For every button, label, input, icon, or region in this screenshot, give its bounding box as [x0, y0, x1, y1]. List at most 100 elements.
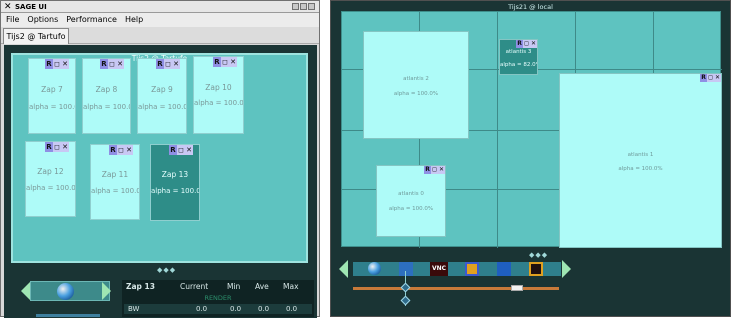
close-button[interactable] [308, 3, 315, 10]
globe-icon[interactable] [57, 283, 74, 300]
col-min: Min [227, 282, 241, 291]
tab-bar: Tijs2 @ Tartufo [1, 27, 319, 44]
remote-button[interactable]: R [516, 40, 523, 48]
remote-button[interactable]: R [424, 166, 431, 174]
app-window-atlantis-3[interactable]: R ◻ ✕ atlantis 3 alpha = 82.0% [499, 39, 538, 75]
app-name: Zap 12 [37, 167, 64, 176]
arrow-left-icon[interactable] [339, 260, 348, 278]
col-current: Current [180, 282, 209, 291]
menu-file[interactable]: File [6, 15, 19, 24]
maximize-icon[interactable]: ◻ [177, 145, 185, 155]
maximize-icon[interactable]: ◻ [164, 59, 172, 69]
app-name: Zap 7 [41, 85, 63, 94]
vnc-label: VNC [431, 265, 447, 272]
app-window-zap-8[interactable]: R◻✕ Zap 8 alpha = 100.0% [82, 58, 131, 134]
maximize-icon[interactable]: ◻ [431, 166, 438, 174]
app-alpha: alpha = 100.0% [618, 166, 663, 172]
title-bar[interactable]: ✕ SAGE UI [1, 1, 319, 13]
menu-bar: File Options Performance Help [1, 13, 319, 27]
time-slider-knob[interactable] [511, 285, 523, 291]
menu-performance[interactable]: Performance [66, 15, 117, 24]
remote-button[interactable]: R [100, 59, 108, 69]
close-icon[interactable]: ✕ [125, 145, 133, 155]
maximize-icon[interactable]: ◻ [523, 40, 530, 48]
app-alpha: alpha = 100.0% [29, 103, 75, 111]
maximize-icon[interactable]: ◻ [53, 142, 61, 152]
panel-grip[interactable]: ◆◆◆ [529, 251, 548, 259]
remote-button[interactable]: R [109, 145, 117, 155]
app-window-atlantis-1[interactable]: R ◻ ✕ atlantis 1 alpha = 100.0% [559, 73, 722, 248]
arrow-right-icon[interactable] [102, 282, 111, 300]
app-name: atlantis 1 [627, 152, 654, 158]
x-logo-icon: ✕ [4, 2, 12, 12]
app-window-zap-13[interactable]: R◻✕ Zap 13 alpha = 100.0% [150, 144, 200, 221]
remote-button[interactable]: R [45, 59, 53, 69]
app-window-atlantis-2[interactable]: atlantis 2 alpha = 100.0% [363, 31, 469, 139]
menu-options[interactable]: Options [27, 15, 58, 24]
performance-panel: Zap 13 Current Min Ave Max RENDER BW 0.0… [122, 280, 314, 317]
arrow-right-icon[interactable] [562, 260, 571, 278]
render-section-label: RENDER [204, 294, 232, 302]
app-name: Zap 8 [95, 85, 118, 94]
minimize-button[interactable] [292, 3, 299, 10]
app-name: Zap 9 [151, 85, 173, 94]
app-window-zap-7[interactable]: R◻✕ Zap 7 alpha = 100.0% [28, 58, 76, 134]
display-wall[interactable]: atlantis 2 alpha = 100.0% R ◻ ✕ atlantis 3… [341, 11, 722, 248]
app-alpha: alpha = 100.0% [388, 206, 434, 212]
close-icon[interactable]: ✕ [185, 145, 193, 155]
maximize-icon[interactable]: ◻ [707, 74, 714, 82]
vnc-button[interactable]: VNC [430, 262, 448, 276]
atlantis-app-button[interactable] [399, 262, 413, 276]
close-icon[interactable]: ✕ [229, 57, 237, 67]
close-icon[interactable]: ✕ [530, 40, 537, 48]
app-window-zap-12[interactable]: R◻✕ Zap 12 alpha = 100.0% [25, 141, 76, 217]
movie-player-button[interactable] [529, 262, 543, 276]
remote-button[interactable]: R [156, 59, 164, 69]
tab-tijs2[interactable]: Tijs2 @ Tartufo [3, 28, 69, 44]
app-alpha: alpha = 100.0% [91, 187, 139, 195]
maximize-icon[interactable]: ◻ [53, 59, 61, 69]
image-viewer-button[interactable] [465, 262, 479, 276]
app-name: atlantis 0 [398, 191, 424, 197]
app-navigator [21, 281, 111, 301]
remote-button[interactable]: R [213, 57, 221, 67]
window-title: SAGE UI [15, 3, 47, 11]
maximize-icon[interactable]: ◻ [221, 57, 229, 67]
close-icon[interactable]: ✕ [61, 59, 69, 69]
display-wall[interactable]: Tijs2 @ Tartufo R◻✕ Zap 7 alpha = 100.0%… [11, 53, 308, 263]
app-alpha: alpha = 100.0% [194, 99, 243, 107]
remote-button[interactable]: R [45, 142, 53, 152]
maximize-icon[interactable]: ◻ [117, 145, 125, 155]
maximize-button[interactable] [300, 3, 307, 10]
remote-button[interactable]: R [169, 145, 177, 155]
media-app-button[interactable] [497, 262, 511, 276]
app-name: Zap 13 [161, 170, 189, 179]
app-alpha: alpha = 100.0% [138, 103, 186, 111]
arrow-left-icon[interactable] [21, 282, 30, 300]
app-alpha: alpha = 100.0% [26, 184, 75, 192]
app-window-atlantis-0[interactable]: R ◻ ✕ atlantis 0 alpha = 100.0% [376, 165, 446, 237]
panel-grip[interactable]: ◆◆◆ [157, 266, 176, 274]
close-icon[interactable]: ✕ [116, 59, 124, 69]
app-window-zap-10[interactable]: R◻✕ Zap 10 alpha = 100.0% [193, 56, 244, 134]
close-icon[interactable]: ✕ [438, 166, 445, 174]
marker-diamond-icon[interactable] [400, 282, 411, 293]
col-ave: Ave [255, 282, 269, 291]
close-icon[interactable]: ✕ [172, 59, 180, 69]
maximize-icon[interactable]: ◻ [108, 59, 116, 69]
menu-help[interactable]: Help [125, 15, 143, 24]
remote-button[interactable]: R [700, 74, 707, 82]
bw-ave: 0.0 [258, 305, 270, 313]
app-alpha: alpha = 100.0% [83, 103, 130, 111]
app-window-zap-11[interactable]: R◻✕ Zap 11 alpha = 100.0% [90, 144, 140, 220]
time-slider-track[interactable] [353, 287, 559, 290]
col-max: Max [283, 282, 299, 291]
close-icon[interactable]: ✕ [714, 74, 721, 82]
globe-icon[interactable] [368, 262, 381, 275]
app-window-zap-9[interactable]: R◻✕ Zap 9 alpha = 100.0% [137, 58, 187, 134]
app-name: Zap 11 [101, 170, 129, 179]
marker-diamond-icon[interactable] [400, 295, 411, 306]
app-alpha: alpha = 100.0% [151, 187, 199, 195]
close-icon[interactable]: ✕ [61, 142, 69, 152]
app-name: atlantis 2 [403, 76, 429, 82]
